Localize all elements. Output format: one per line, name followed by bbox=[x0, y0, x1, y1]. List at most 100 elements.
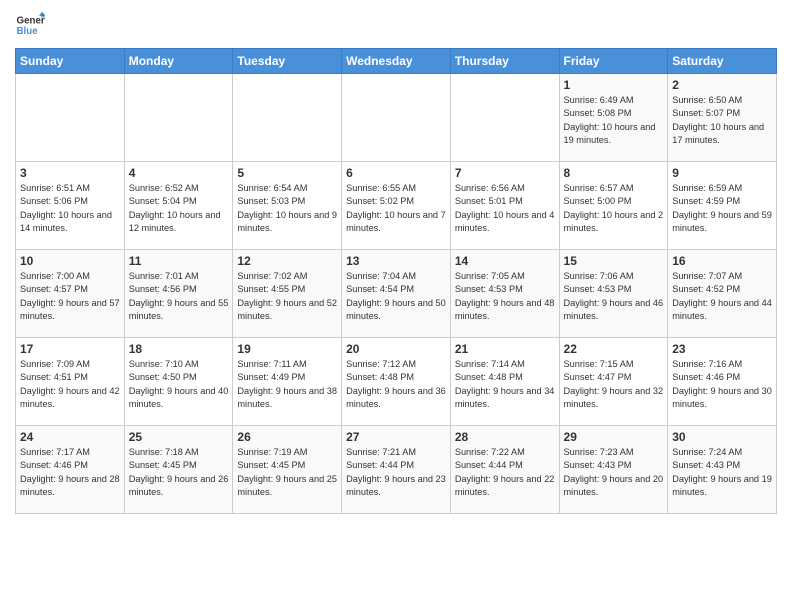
day-cell: 7 Sunrise: 6:56 AM Sunset: 5:01 PM Daylig… bbox=[450, 162, 559, 250]
day-cell: 9Sunrise: 6:59 AM Sunset: 4:59 PM Daylig… bbox=[668, 162, 777, 250]
day-number: 18 bbox=[129, 342, 229, 356]
day-number: 25 bbox=[129, 430, 229, 444]
day-info: Sunrise: 6:55 AM Sunset: 5:02 PM Dayligh… bbox=[346, 182, 446, 235]
svg-text:General: General bbox=[17, 16, 46, 27]
day-number: 4 bbox=[129, 166, 229, 180]
day-cell: 18 Sunrise: 7:10 AM Sunset: 4:50 PM Dayli… bbox=[124, 338, 233, 426]
day-number: 12 bbox=[237, 254, 337, 268]
svg-text:Blue: Blue bbox=[17, 26, 39, 37]
day-cell: 29 Sunrise: 7:23 AM Sunset: 4:43 PM Dayli… bbox=[559, 426, 668, 514]
calendar-table: SundayMondayTuesdayWednesdayThursdayFrid… bbox=[15, 48, 777, 514]
day-info: Sunrise: 7:06 AM Sunset: 4:53 PM Dayligh… bbox=[564, 270, 664, 323]
day-cell: 11 Sunrise: 7:01 AM Sunset: 4:56 PM Dayli… bbox=[124, 250, 233, 338]
day-header-tuesday: Tuesday bbox=[233, 49, 342, 74]
day-cell bbox=[124, 74, 233, 162]
day-info: Sunrise: 7:09 AM Sunset: 4:51 PM Dayligh… bbox=[20, 358, 120, 411]
day-info: Sunrise: 7:04 AM Sunset: 4:54 PM Dayligh… bbox=[346, 270, 446, 323]
day-cell: 3 Sunrise: 6:51 AM Sunset: 5:06 PM Daylig… bbox=[16, 162, 125, 250]
day-number: 9 bbox=[672, 166, 772, 180]
day-cell: 17 Sunrise: 7:09 AM Sunset: 4:51 PM Dayli… bbox=[16, 338, 125, 426]
day-cell: 8 Sunrise: 6:57 AM Sunset: 5:00 PM Daylig… bbox=[559, 162, 668, 250]
day-cell: 25 Sunrise: 7:18 AM Sunset: 4:45 PM Dayli… bbox=[124, 426, 233, 514]
day-info: Sunrise: 6:56 AM Sunset: 5:01 PM Dayligh… bbox=[455, 182, 555, 235]
day-info: Sunrise: 7:15 AM Sunset: 4:47 PM Dayligh… bbox=[564, 358, 664, 411]
day-info: Sunrise: 7:18 AM Sunset: 4:45 PM Dayligh… bbox=[129, 446, 229, 499]
day-cell: 21 Sunrise: 7:14 AM Sunset: 4:48 PM Dayli… bbox=[450, 338, 559, 426]
day-number: 14 bbox=[455, 254, 555, 268]
day-number: 3 bbox=[20, 166, 120, 180]
day-cell bbox=[16, 74, 125, 162]
header-row: SundayMondayTuesdayWednesdayThursdayFrid… bbox=[16, 49, 777, 74]
day-info: Sunrise: 7:21 AM Sunset: 4:44 PM Dayligh… bbox=[346, 446, 446, 499]
day-info: Sunrise: 7:02 AM Sunset: 4:55 PM Dayligh… bbox=[237, 270, 337, 323]
day-cell: 10 Sunrise: 7:00 AM Sunset: 4:57 PM Dayli… bbox=[16, 250, 125, 338]
day-info: Sunrise: 7:05 AM Sunset: 4:53 PM Dayligh… bbox=[455, 270, 555, 323]
day-cell bbox=[233, 74, 342, 162]
day-cell bbox=[342, 74, 451, 162]
day-cell bbox=[450, 74, 559, 162]
day-info: Sunrise: 7:22 AM Sunset: 4:44 PM Dayligh… bbox=[455, 446, 555, 499]
day-cell: 23 Sunrise: 7:16 AM Sunset: 4:46 PM Dayli… bbox=[668, 338, 777, 426]
day-info: Sunrise: 7:16 AM Sunset: 4:46 PM Dayligh… bbox=[672, 358, 772, 411]
day-header-saturday: Saturday bbox=[668, 49, 777, 74]
day-info: Sunrise: 7:00 AM Sunset: 4:57 PM Dayligh… bbox=[20, 270, 120, 323]
day-info: Sunrise: 7:14 AM Sunset: 4:48 PM Dayligh… bbox=[455, 358, 555, 411]
header: General Blue bbox=[15, 10, 777, 40]
day-number: 26 bbox=[237, 430, 337, 444]
day-number: 17 bbox=[20, 342, 120, 356]
day-cell: 26 Sunrise: 7:19 AM Sunset: 4:45 PM Dayli… bbox=[233, 426, 342, 514]
day-info: Sunrise: 6:50 AM Sunset: 5:07 PM Dayligh… bbox=[672, 94, 772, 147]
day-number: 27 bbox=[346, 430, 446, 444]
day-number: 24 bbox=[20, 430, 120, 444]
day-number: 16 bbox=[672, 254, 772, 268]
logo-icon: General Blue bbox=[15, 10, 45, 40]
day-header-thursday: Thursday bbox=[450, 49, 559, 74]
page-container: General Blue SundayMondayTuesdayWednesda… bbox=[0, 0, 792, 524]
week-row-2: 3 Sunrise: 6:51 AM Sunset: 5:06 PM Daylig… bbox=[16, 162, 777, 250]
day-number: 15 bbox=[564, 254, 664, 268]
day-number: 5 bbox=[237, 166, 337, 180]
day-number: 1 bbox=[564, 78, 664, 92]
day-number: 8 bbox=[564, 166, 664, 180]
logo: General Blue bbox=[15, 10, 45, 40]
day-number: 13 bbox=[346, 254, 446, 268]
day-info: Sunrise: 7:11 AM Sunset: 4:49 PM Dayligh… bbox=[237, 358, 337, 411]
day-info: Sunrise: 7:19 AM Sunset: 4:45 PM Dayligh… bbox=[237, 446, 337, 499]
day-info: Sunrise: 7:23 AM Sunset: 4:43 PM Dayligh… bbox=[564, 446, 664, 499]
day-cell: 19Sunrise: 7:11 AM Sunset: 4:49 PM Dayli… bbox=[233, 338, 342, 426]
day-info: Sunrise: 6:57 AM Sunset: 5:00 PM Dayligh… bbox=[564, 182, 664, 235]
day-header-wednesday: Wednesday bbox=[342, 49, 451, 74]
day-cell: 16 Sunrise: 7:07 AM Sunset: 4:52 PM Dayli… bbox=[668, 250, 777, 338]
day-cell: 5 Sunrise: 6:54 AM Sunset: 5:03 PM Daylig… bbox=[233, 162, 342, 250]
day-info: Sunrise: 6:51 AM Sunset: 5:06 PM Dayligh… bbox=[20, 182, 120, 235]
day-cell: 1 Sunrise: 6:49 AM Sunset: 5:08 PM Daylig… bbox=[559, 74, 668, 162]
day-cell: 22Sunrise: 7:15 AM Sunset: 4:47 PM Dayli… bbox=[559, 338, 668, 426]
day-info: Sunrise: 7:24 AM Sunset: 4:43 PM Dayligh… bbox=[672, 446, 772, 499]
day-cell: 24Sunrise: 7:17 AM Sunset: 4:46 PM Dayli… bbox=[16, 426, 125, 514]
day-number: 10 bbox=[20, 254, 120, 268]
day-info: Sunrise: 6:49 AM Sunset: 5:08 PM Dayligh… bbox=[564, 94, 664, 147]
day-number: 7 bbox=[455, 166, 555, 180]
day-cell: 15 Sunrise: 7:06 AM Sunset: 4:53 PM Dayli… bbox=[559, 250, 668, 338]
day-info: Sunrise: 7:01 AM Sunset: 4:56 PM Dayligh… bbox=[129, 270, 229, 323]
day-info: Sunrise: 7:07 AM Sunset: 4:52 PM Dayligh… bbox=[672, 270, 772, 323]
day-number: 23 bbox=[672, 342, 772, 356]
day-header-sunday: Sunday bbox=[16, 49, 125, 74]
day-cell: 12 Sunrise: 7:02 AM Sunset: 4:55 PM Dayli… bbox=[233, 250, 342, 338]
day-info: Sunrise: 6:54 AM Sunset: 5:03 PM Dayligh… bbox=[237, 182, 337, 235]
day-cell: 4 Sunrise: 6:52 AM Sunset: 5:04 PM Daylig… bbox=[124, 162, 233, 250]
day-cell: 14 Sunrise: 7:05 AM Sunset: 4:53 PM Dayli… bbox=[450, 250, 559, 338]
day-number: 11 bbox=[129, 254, 229, 268]
week-row-4: 17 Sunrise: 7:09 AM Sunset: 4:51 PM Dayli… bbox=[16, 338, 777, 426]
day-number: 29 bbox=[564, 430, 664, 444]
day-info: Sunrise: 6:52 AM Sunset: 5:04 PM Dayligh… bbox=[129, 182, 229, 235]
day-cell: 6 Sunrise: 6:55 AM Sunset: 5:02 PM Daylig… bbox=[342, 162, 451, 250]
day-number: 21 bbox=[455, 342, 555, 356]
day-number: 2 bbox=[672, 78, 772, 92]
week-row-1: 1 Sunrise: 6:49 AM Sunset: 5:08 PM Daylig… bbox=[16, 74, 777, 162]
day-number: 6 bbox=[346, 166, 446, 180]
day-info: Sunrise: 7:12 AM Sunset: 4:48 PM Dayligh… bbox=[346, 358, 446, 411]
day-info: Sunrise: 7:10 AM Sunset: 4:50 PM Dayligh… bbox=[129, 358, 229, 411]
day-cell: 2 Sunrise: 6:50 AM Sunset: 5:07 PM Daylig… bbox=[668, 74, 777, 162]
day-cell: 13 Sunrise: 7:04 AM Sunset: 4:54 PM Dayli… bbox=[342, 250, 451, 338]
